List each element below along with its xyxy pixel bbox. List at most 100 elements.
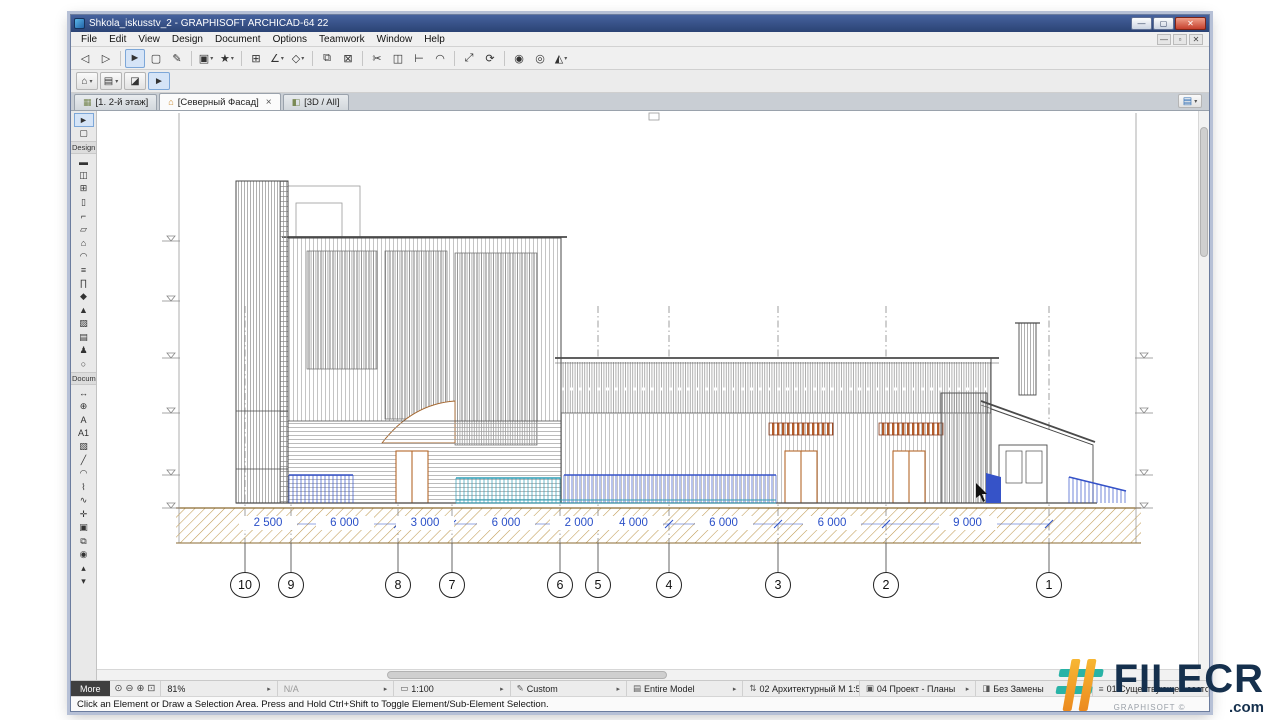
marquee-tool-icon[interactable]: ▢ [146, 49, 166, 68]
back-icon[interactable]: ◁ [75, 49, 95, 68]
pop-up-navigator-icon[interactable]: ▤▾ [1178, 94, 1202, 108]
dimension-standard-field[interactable]: ⇅02 Архитектурный М 1:50▸ [743, 681, 859, 696]
scale-field[interactable]: ▭1:100▸ [394, 681, 510, 696]
suspend-groups-icon[interactable]: ⊠ [338, 49, 358, 68]
menu-design[interactable]: Design [166, 34, 209, 45]
column-tool[interactable]: ▯ [74, 196, 94, 210]
inject-parameters-icon[interactable]: ◎ [530, 49, 550, 68]
pen-set-field[interactable]: ✎Custom▸ [511, 681, 627, 696]
tab-label: [3D / All] [304, 97, 339, 108]
menu-edit[interactable]: Edit [103, 34, 132, 45]
fillet-icon[interactable]: ◠ [430, 49, 450, 68]
mdi-restore-button[interactable]: ▫ [1173, 34, 1187, 45]
close-button[interactable]: ✕ [1175, 17, 1206, 30]
door-tool[interactable]: ◫ [74, 169, 94, 183]
title-bar[interactable]: Shkola_iskusstv_2 - GRAPHISOFT ARCHICAD-… [71, 15, 1209, 32]
railing-tool[interactable]: ∏ [74, 277, 94, 291]
tab-close-icon[interactable]: × [266, 97, 272, 108]
marquee-tool[interactable]: ▢ [74, 127, 94, 141]
arc-tool[interactable]: ◠ [74, 467, 94, 481]
menu-view[interactable]: View [132, 34, 166, 45]
zoom-out-icon[interactable]: ⊖ [125, 683, 133, 694]
element-settings-icon[interactable]: ▣▾ [196, 49, 216, 68]
fit-in-window-icon[interactable]: ⊡ [147, 683, 155, 694]
dimension-icon: ⇅ [749, 683, 756, 694]
layer-combination-field[interactable]: ▣04 Проект - Планы▸ [860, 681, 976, 696]
arrow-tool-icon[interactable]: ► [125, 49, 145, 68]
lamp-tool[interactable]: ○ [74, 358, 94, 372]
arrow-tool[interactable]: ► [74, 113, 94, 127]
default-settings-icon[interactable]: ⌂▾ [76, 72, 98, 90]
text-tool[interactable]: A [74, 413, 94, 427]
wall-tool[interactable]: ▬ [74, 155, 94, 169]
label-tool[interactable]: A1 [74, 427, 94, 441]
vertical-scrollbar[interactable] [1198, 111, 1209, 669]
move-icon[interactable]: ⤢ [459, 49, 479, 68]
menu-window[interactable]: Window [371, 34, 419, 45]
maximize-button[interactable]: ▢ [1153, 17, 1174, 30]
trim-icon[interactable]: ✂ [367, 49, 387, 68]
tab-1[interactable]: ▦[1. 2-й этаж] [74, 94, 157, 110]
dimension-tool[interactable]: ↔ [74, 386, 94, 400]
selection-style-icon[interactable]: ▤▾ [100, 72, 122, 90]
minimize-button[interactable]: — [1131, 17, 1152, 30]
snap-points-icon[interactable]: ◇▾ [288, 49, 308, 68]
menu-help[interactable]: Help [418, 34, 451, 45]
toolbox-scroll-down-icon[interactable]: ▾ [74, 575, 94, 589]
roof-tool[interactable]: ⌂ [74, 236, 94, 250]
tab-3[interactable]: ◧[3D / All] [283, 94, 349, 110]
morph-tool[interactable]: ◆ [74, 290, 94, 304]
scroll-zoom-icon[interactable]: ⊙ [115, 683, 123, 694]
pick-up-parameters-icon[interactable]: ◉ [509, 49, 529, 68]
grid-snap-icon[interactable]: ⊞ [246, 49, 266, 68]
pen-tool-icon[interactable]: ✎ [167, 49, 187, 68]
spline-tool[interactable]: ∿ [74, 494, 94, 508]
split-icon[interactable]: ◫ [388, 49, 408, 68]
horizontal-scrollbar[interactable] [97, 669, 1198, 680]
fill-tool[interactable]: ▧ [74, 440, 94, 454]
menu-options[interactable]: Options [267, 34, 313, 45]
arrow-mode-icon[interactable]: ► [148, 72, 170, 90]
more-button[interactable]: More [71, 681, 110, 696]
line-tool[interactable]: ╱ [74, 454, 94, 468]
tab-2[interactable]: ⌂[Северный Фасад]× [159, 93, 280, 110]
polyline-tool[interactable]: ⌇ [74, 481, 94, 495]
menu-teamwork[interactable]: Teamwork [313, 34, 371, 45]
beam-tool[interactable]: ⌐ [74, 209, 94, 223]
guide-lines-icon[interactable]: ∠▾ [267, 49, 287, 68]
forward-icon[interactable]: ▷ [96, 49, 116, 68]
toolbox-scroll-up-icon[interactable]: ▴ [74, 562, 94, 576]
menu-file[interactable]: File [75, 34, 103, 45]
object-tool[interactable]: ♟ [74, 344, 94, 358]
drawing-tool[interactable]: ⧉ [74, 535, 94, 549]
level-dimension-tool[interactable]: ⊕ [74, 400, 94, 414]
position-field[interactable]: N/A▸ [278, 681, 394, 696]
window-tool[interactable]: ⊞ [74, 182, 94, 196]
menu-document[interactable]: Document [209, 34, 267, 45]
3d-visualization-icon[interactable]: ◭▾ [551, 49, 571, 68]
adjust-icon[interactable]: ⊢ [409, 49, 429, 68]
shell-tool[interactable]: ◠ [74, 250, 94, 264]
drawing-canvas[interactable]: 109876543212 5006 0003 0006 0002 0004 00… [97, 111, 1209, 680]
horizontal-scroll-thumb[interactable] [387, 671, 667, 679]
group-icon[interactable]: ⧉ [317, 49, 337, 68]
camera-tool[interactable]: ◉ [74, 548, 94, 562]
slab-tool[interactable]: ▱ [74, 223, 94, 237]
renovation-status-icon[interactable]: ◪ [124, 72, 146, 90]
mesh-tool[interactable]: ▲ [74, 304, 94, 318]
zone-tool[interactable]: ▨ [74, 317, 94, 331]
mdi-minimize-button[interactable]: — [1157, 34, 1171, 45]
stair-tool[interactable]: ≡ [74, 263, 94, 277]
rotate-icon[interactable]: ⟳ [480, 49, 500, 68]
vertical-scroll-thumb[interactable] [1200, 127, 1208, 257]
hint-bar: Click an Element or Draw a Selection Are… [71, 696, 1209, 711]
zoom-in-icon[interactable]: ⊕ [136, 683, 144, 694]
curtain-wall-tool[interactable]: ▤ [74, 331, 94, 345]
layer-combination-icon: ▣ [866, 683, 874, 694]
mdi-close-button[interactable]: ✕ [1189, 34, 1203, 45]
hotspot-tool[interactable]: ✛ [74, 508, 94, 522]
favorites-icon[interactable]: ★▾ [217, 49, 237, 68]
zoom-level-field[interactable]: 81%▸ [161, 681, 277, 696]
figure-tool[interactable]: ▣ [74, 521, 94, 535]
structure-display-field[interactable]: ▤Entire Model▸ [627, 681, 743, 696]
